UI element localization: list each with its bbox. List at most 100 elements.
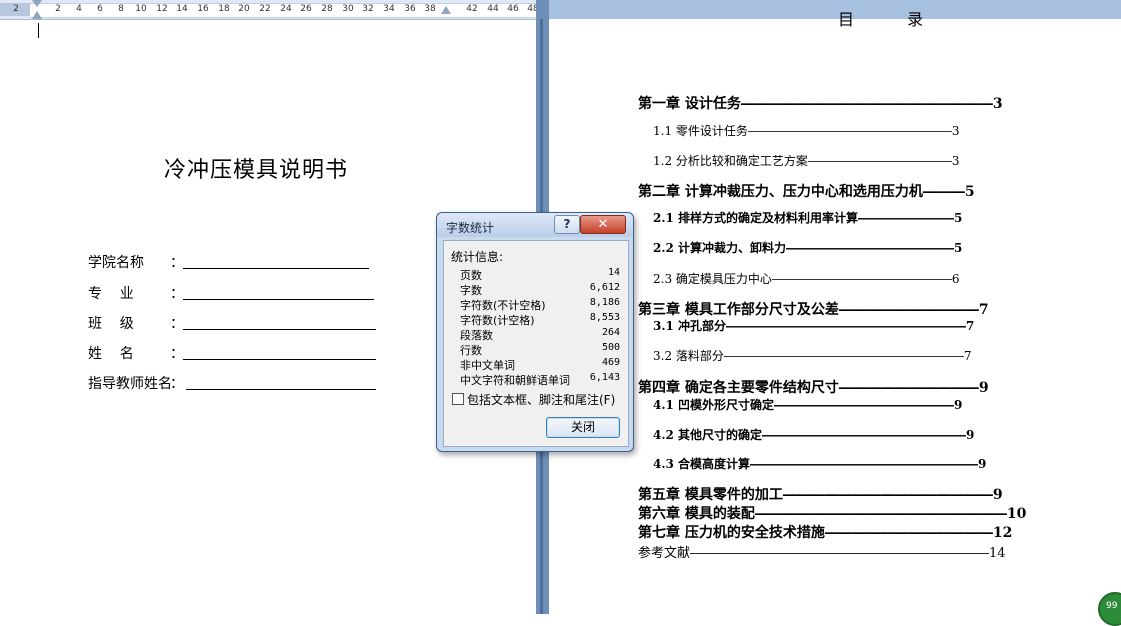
ruler-label: 8 (118, 4, 124, 14)
ruler-label: 46 (507, 4, 519, 14)
ruler-label: 20 (238, 4, 250, 14)
stat-non-chinese-words: 非中文单词 469 (460, 357, 620, 372)
dialog-titlebar[interactable]: 字数统计 ? ✕ (437, 213, 633, 237)
field-college: 学院名称 ： (88, 252, 369, 272)
right-indent-marker[interactable] (441, 6, 451, 14)
ruler-label: 2 (55, 4, 61, 14)
badge-text: 99 (1106, 601, 1118, 611)
dialog-body: 统计信息: 页数 14 字数 6,612 字符数(不计空格) 8,186 字符数… (443, 240, 629, 447)
field-advisor: 指导教师姓名 ： (88, 373, 376, 393)
ruler-label: 22 (259, 4, 271, 14)
toc-entry[interactable]: 4.1 凹模外形尺寸确定―――――――――――――――9 (653, 396, 962, 413)
field-colon: ： (170, 316, 184, 332)
stat-value: 6,612 (589, 282, 620, 293)
ruler-label: 4 (76, 4, 82, 14)
left-indent-marker[interactable] (32, 11, 42, 19)
stat-label: 中文字符和朝鲜语单词 (460, 374, 570, 387)
field-colon: ： (170, 255, 184, 271)
toc-entry[interactable]: 4.2 其他尺寸的确定―――――――――――――――――9 (653, 426, 974, 443)
toc-entry[interactable]: 1.2 分析比较和确定工艺方案――――――――――――3 (653, 152, 960, 169)
include-textboxes-label[interactable]: 包括文本框、脚注和尾注(F) (467, 391, 615, 408)
ruler-label: 28 (321, 4, 333, 14)
stat-lines: 行数 500 (460, 342, 620, 357)
toc-entry[interactable]: 2.2 计算冲裁力、卸料力――――――――――――――5 (653, 239, 962, 256)
stat-value: 469 (601, 357, 620, 368)
field-class: 班 级 ： (88, 313, 376, 333)
stat-value: 264 (601, 327, 620, 338)
field-colon: ： (170, 376, 184, 392)
ruler-label: 34 (383, 4, 395, 14)
ruler-label: 6 (97, 4, 103, 14)
horizontal-ruler[interactable]: 2 2 4 6 8 10 12 14 16 18 20 22 24 26 28 … (0, 0, 545, 20)
stat-label: 段落数 (460, 329, 493, 342)
field-label: 班 级 (88, 316, 134, 332)
document-title: 冷冲压模具说明书 (164, 158, 349, 183)
stat-label: 字符数(不计空格) (460, 299, 546, 312)
help-button[interactable]: ? (554, 215, 580, 234)
stat-label: 字符数(计空格) (460, 314, 535, 327)
ruler-label: 16 (197, 4, 209, 14)
first-line-indent-marker[interactable] (32, 0, 42, 7)
field-underline[interactable] (186, 389, 376, 390)
toc-entry[interactable]: 第五章 模具零件的加工―――――――――――――――9 (638, 484, 1003, 504)
ruler-label: 18 (218, 4, 230, 14)
toc-entry[interactable]: 第七章 压力机的安全技术措施――――――――――――12 (638, 522, 1012, 542)
stat-label: 字数 (460, 284, 482, 297)
ruler-right-area (549, 0, 1121, 19)
toc-entry[interactable]: 2.3 确定模具压力中心―――――――――――――――6 (653, 270, 960, 287)
toc-entry[interactable]: 3.2 落料部分――――――――――――――――――――7 (653, 347, 972, 364)
field-colon: ： (170, 346, 184, 362)
field-underline[interactable] (183, 329, 376, 330)
stat-chinese-korean-words: 中文字符和朝鲜语单词 6,143 (460, 372, 620, 387)
stat-value: 500 (601, 342, 620, 353)
close-icon[interactable]: ✕ (580, 215, 626, 234)
stat-value: 8,553 (589, 312, 620, 323)
statistics-group-label: 统计信息: (451, 250, 504, 264)
stat-value: 6,143 (589, 372, 620, 383)
toc-entry[interactable]: 第六章 模具的装配――――――――――――――――――10 (638, 503, 1026, 523)
close-button[interactable]: 关闭 (546, 417, 620, 438)
toc-entry[interactable]: 1.1 零件设计任务―――――――――――――――――3 (653, 122, 960, 139)
word-count-dialog: 字数统计 ? ✕ 统计信息: 页数 14 字数 6,612 字符数(不计空格) … (436, 212, 634, 452)
field-underline[interactable] (183, 268, 369, 269)
field-label: 姓 名 (88, 346, 134, 362)
toc-entry[interactable]: 参考文献―――――――――――――――――――――――14 (638, 542, 1006, 561)
stat-chars-with-spaces: 字符数(计空格) 8,553 (460, 312, 620, 327)
ruler-label: 12 (156, 4, 168, 14)
stat-paragraphs: 段落数 264 (460, 327, 620, 342)
ruler-label: 14 (176, 4, 188, 14)
stat-pages: 页数 14 (460, 267, 620, 282)
toc-entry[interactable]: 第一章 设计任务――――――――――――――――――3 (638, 93, 1003, 113)
toc-entry[interactable]: 2.1 排样方式的确定及材料利用率计算――――――――5 (653, 209, 962, 226)
field-underline[interactable] (183, 359, 376, 360)
toc-entry[interactable]: 第三章 模具工作部分尺寸及公差――――――――――7 (638, 299, 989, 319)
field-name: 姓 名 ： (88, 343, 376, 363)
toc-entry[interactable]: 第二章 计算冲裁压力、压力中心和选用压力机―――5 (638, 181, 975, 201)
ruler-label: 24 (280, 4, 292, 14)
stat-label: 页数 (460, 269, 482, 282)
stat-value: 8,186 (589, 297, 620, 308)
dialog-title: 字数统计 (446, 221, 495, 235)
ruler-label: 10 (135, 4, 147, 14)
ruler-label: 26 (300, 4, 312, 14)
field-underline[interactable] (183, 299, 374, 300)
include-textboxes-checkbox[interactable] (452, 393, 464, 405)
field-label: 专 业 (88, 286, 134, 302)
field-major: 专 业 ： (88, 283, 374, 303)
ruler-label: 30 (342, 4, 354, 14)
toc-entry[interactable]: 4.3 合模高度计算―――――――――――――――――――9 (653, 455, 986, 472)
stat-label: 行数 (460, 344, 482, 357)
stat-words: 字数 6,612 (460, 282, 620, 297)
toc-heading: 目 录 (838, 10, 948, 29)
stat-label: 非中文单词 (460, 359, 515, 372)
ruler-label: 2 (13, 4, 19, 14)
ruler-label: 36 (404, 4, 416, 14)
ruler-label: 32 (362, 4, 374, 14)
toc-entry[interactable]: 第四章 确定各主要零件结构尺寸――――――――――9 (638, 377, 989, 397)
stat-chars-no-spaces: 字符数(不计空格) 8,186 (460, 297, 620, 312)
ruler-label: 38 (424, 4, 436, 14)
toc-entry[interactable]: 3.1 冲孔部分――――――――――――――――――――7 (653, 317, 974, 334)
stat-value: 14 (607, 267, 620, 278)
ruler-label: 42 (466, 4, 478, 14)
text-cursor (38, 23, 39, 38)
